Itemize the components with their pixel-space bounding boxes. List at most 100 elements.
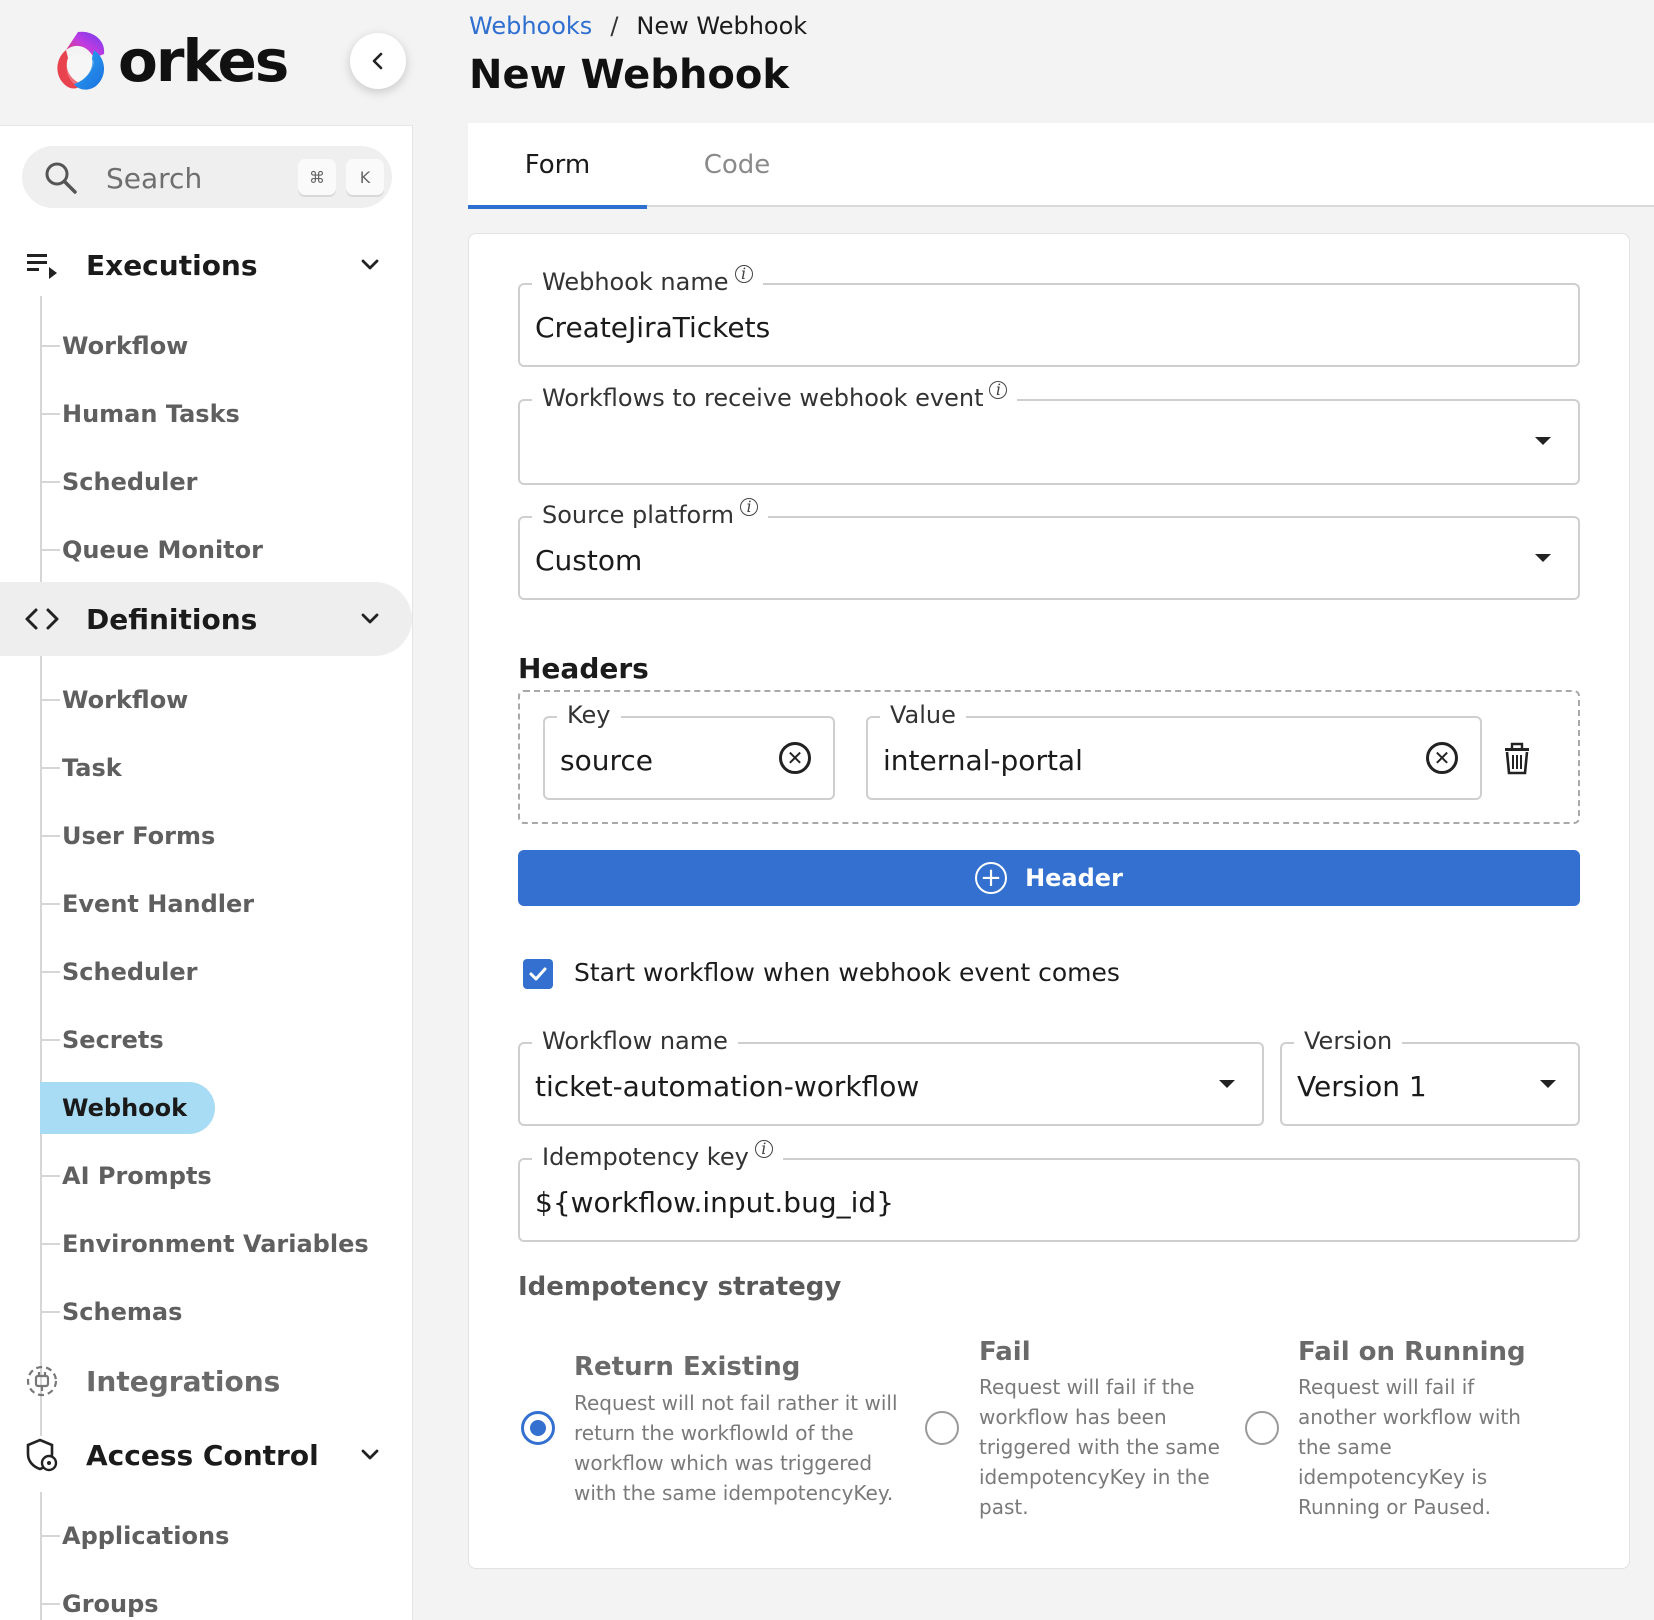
radio-fail[interactable] xyxy=(925,1411,959,1445)
collapse-sidebar-button[interactable] xyxy=(350,33,406,89)
sidebar-item-event-handler[interactable]: Event Handler xyxy=(40,878,254,930)
webhook-name-value: CreateJiraTickets xyxy=(535,311,771,344)
executions-label: Executions xyxy=(86,248,258,282)
shortcut-cmd-key: ⌘ xyxy=(298,159,336,195)
brand-logo[interactable]: orkes xyxy=(48,26,289,96)
tab-code[interactable]: Code xyxy=(647,123,827,207)
radio-return-existing[interactable] xyxy=(521,1411,555,1445)
option-desc-return-existing: Request will not fail rather it will ret… xyxy=(574,1391,898,1505)
info-icon: i xyxy=(734,265,753,283)
executions-icon xyxy=(24,247,60,283)
idempotency-strategy-title: Idempotency strategy xyxy=(518,1272,842,1302)
header-value-value: internal-portal xyxy=(883,744,1083,777)
shortcut-k-key: K xyxy=(346,159,384,195)
workflows-to-receive-label: Workflows to receive webhook event xyxy=(542,384,984,412)
version-value: Version 1 xyxy=(1297,1070,1427,1103)
shield-lock-icon xyxy=(24,1437,60,1473)
workflow-name-value: ticket-automation-workflow xyxy=(535,1070,920,1103)
workflow-name-select[interactable]: Workflow name ticket-automation-workflow xyxy=(518,1027,1264,1126)
webhook-name-field[interactable]: Webhook name i CreateJiraTickets xyxy=(518,265,1580,367)
dropdown-caret-icon xyxy=(1535,437,1551,445)
header-key-value: source xyxy=(560,744,653,777)
option-desc-fail: Request will fail if the workflow has be… xyxy=(979,1375,1220,1519)
sidebar-item-executions-workflow[interactable]: Workflow xyxy=(40,320,188,372)
idempotency-key-label: Idempotency key xyxy=(542,1143,749,1171)
sidebar-item-applications[interactable]: Applications xyxy=(40,1510,229,1562)
source-platform-label: Source platform xyxy=(542,501,735,529)
start-workflow-label: Start workflow when webhook event comes xyxy=(574,958,1120,987)
dropdown-caret-icon xyxy=(1540,1080,1556,1088)
page-title: New Webhook xyxy=(469,52,789,98)
sidebar-item-queue-monitor[interactable]: Queue Monitor xyxy=(40,524,263,576)
start-workflow-checkbox[interactable] xyxy=(523,959,553,989)
clear-key-icon[interactable]: ✕ xyxy=(779,742,811,774)
source-platform-value: Custom xyxy=(535,544,643,577)
header-key-input[interactable]: Key source ✕ xyxy=(543,701,835,800)
chevron-down-icon xyxy=(361,259,379,270)
radio-fail-on-running[interactable] xyxy=(1245,1411,1279,1445)
option-title-return-existing: Return Existing xyxy=(574,1352,801,1382)
definitions-label: Definitions xyxy=(86,602,258,636)
sidebar-item-environment-variables[interactable]: Environment Variables xyxy=(40,1218,369,1270)
chevron-down-icon xyxy=(361,613,379,624)
sidebar-item-user-forms[interactable]: User Forms xyxy=(40,810,215,862)
idempotency-key-value: ${workflow.input.bug_id} xyxy=(535,1186,894,1219)
sidebar-item-task[interactable]: Task xyxy=(40,742,122,794)
plug-icon xyxy=(24,1363,60,1399)
source-platform-select[interactable]: Source platform i Custom xyxy=(518,498,1580,600)
sidebar-item-groups[interactable]: Groups xyxy=(40,1578,159,1620)
tab-form[interactable]: Form xyxy=(468,123,647,209)
info-icon: i xyxy=(740,498,759,516)
search-placeholder: Search xyxy=(106,162,203,195)
version-label: Version xyxy=(1294,1027,1403,1055)
clear-value-icon[interactable]: ✕ xyxy=(1426,742,1458,774)
search-input[interactable]: Search ⌘ K xyxy=(22,146,392,208)
breadcrumb-separator: / xyxy=(610,12,619,40)
sidebar-section-integrations[interactable]: Integrations xyxy=(0,1344,412,1418)
access-control-label: Access Control xyxy=(86,1438,319,1472)
trash-icon[interactable] xyxy=(1500,740,1534,776)
tab-bar: Form Code xyxy=(468,123,1654,209)
brand-name: orkes xyxy=(118,27,289,95)
check-icon xyxy=(529,967,547,981)
search-icon xyxy=(45,162,77,194)
sidebar: Search ⌘ K Executions Workflow Human Tas… xyxy=(0,125,413,1620)
option-title-fail: Fail xyxy=(979,1337,1031,1367)
dropdown-caret-icon xyxy=(1535,554,1551,562)
add-header-button[interactable]: + Header xyxy=(518,850,1580,906)
breadcrumb-current: New Webhook xyxy=(636,12,808,40)
plus-circle-icon: + xyxy=(975,862,1008,894)
breadcrumb: Webhooks / New Webhook xyxy=(469,12,807,40)
integrations-label: Integrations xyxy=(86,1364,281,1398)
sidebar-item-human-tasks[interactable]: Human Tasks xyxy=(40,388,240,440)
sidebar-section-executions[interactable]: Executions xyxy=(0,228,412,302)
orkes-logo-icon xyxy=(57,31,105,90)
version-select[interactable]: Version Version 1 xyxy=(1280,1027,1580,1126)
sidebar-section-access-control[interactable]: Access Control xyxy=(0,1418,412,1492)
webhook-name-label: Webhook name xyxy=(542,268,729,296)
sidebar-item-definitions-workflow[interactable]: Workflow xyxy=(40,674,188,726)
sidebar-item-executions-scheduler[interactable]: Scheduler xyxy=(40,456,197,508)
info-icon: i xyxy=(989,381,1008,399)
idempotency-key-input[interactable]: Idempotency key i ${workflow.input.bug_id… xyxy=(518,1140,1580,1242)
workflow-name-label: Workflow name xyxy=(532,1027,738,1055)
sidebar-item-ai-prompts[interactable]: AI Prompts xyxy=(40,1150,212,1202)
header-value-input[interactable]: Value internal-portal ✕ xyxy=(866,701,1482,800)
chevron-down-icon xyxy=(361,1449,379,1460)
option-title-fail-on-running: Fail on Running xyxy=(1298,1337,1526,1367)
sidebar-item-definitions-scheduler[interactable]: Scheduler xyxy=(40,946,197,998)
option-desc-fail-on-running: Request will fail if another workflow wi… xyxy=(1298,1375,1521,1519)
add-header-label: Header xyxy=(1025,864,1123,892)
header-key-label: Key xyxy=(557,701,621,729)
code-icon xyxy=(24,601,60,637)
sidebar-section-definitions[interactable]: Definitions xyxy=(0,582,412,656)
info-icon: i xyxy=(754,1140,773,1158)
breadcrumb-webhooks-link[interactable]: Webhooks xyxy=(469,12,592,40)
sidebar-item-webhook[interactable]: Webhook xyxy=(40,1082,216,1134)
sidebar-item-schemas[interactable]: Schemas xyxy=(40,1286,182,1338)
dropdown-caret-icon xyxy=(1219,1080,1235,1088)
sidebar-item-secrets[interactable]: Secrets xyxy=(40,1014,164,1066)
header-value-label: Value xyxy=(880,701,966,729)
chevron-left-icon xyxy=(372,52,383,70)
workflows-to-receive-select[interactable]: Workflows to receive webhook event i xyxy=(518,381,1580,485)
